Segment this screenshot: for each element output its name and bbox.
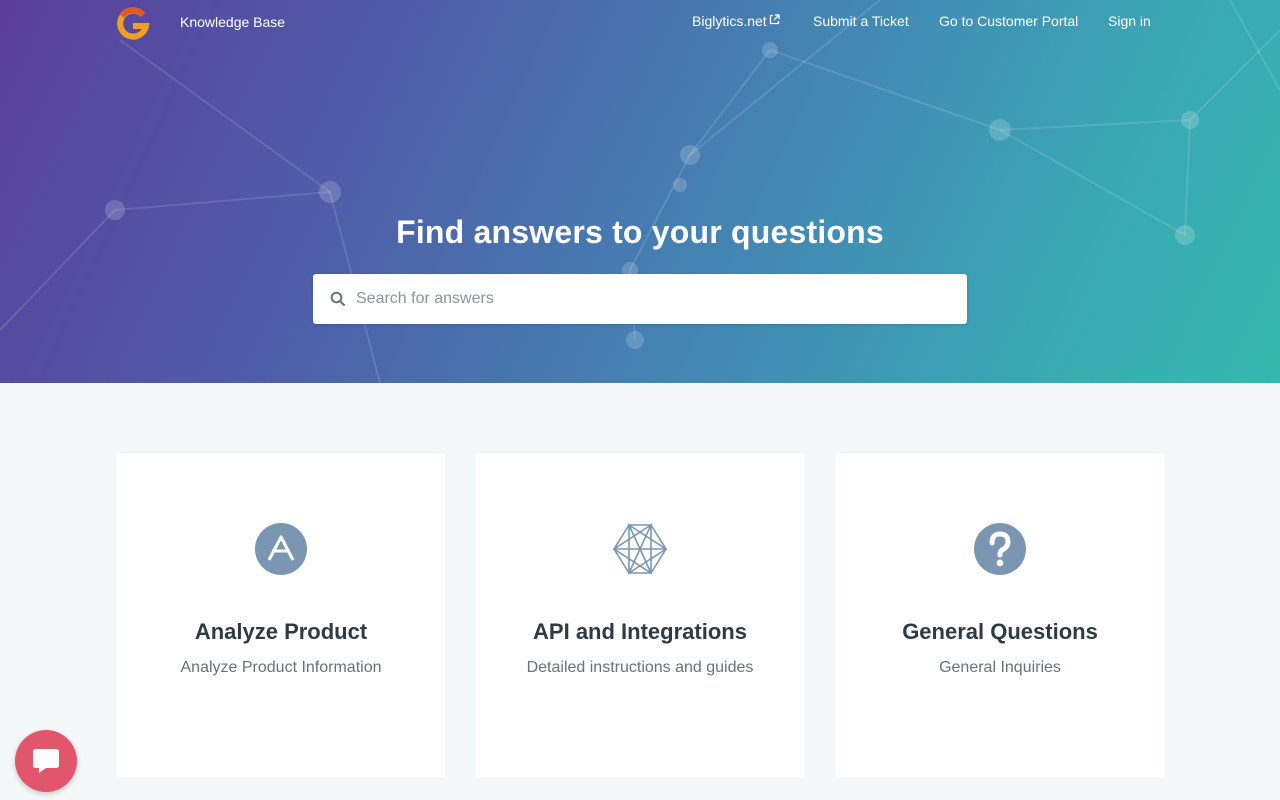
category-description: General Inquiries [939,659,1061,676]
network-background-graphic [0,0,1280,383]
search-box[interactable] [313,274,967,324]
hero-title: Find answers to your questions [396,214,884,250]
category-card-general-questions[interactable]: General Questions General Inquiries [835,453,1165,778]
search-icon [330,291,346,307]
nav-link-biglytics[interactable]: Biglytics.net [692,13,780,29]
chat-bubble-icon [33,749,59,773]
category-title: General Questions [902,619,1098,644]
chat-launcher-button[interactable] [15,730,77,792]
category-card-analyze-product[interactable]: Analyze Product Analyze Product Informat… [116,453,446,778]
category-description: Detailed instructions and guides [526,659,754,676]
hexagon-network-icon [612,523,668,575]
nav-link-sign-in[interactable]: Sign in [1108,13,1151,29]
nav-link-customer-portal[interactable]: Go to Customer Portal [939,13,1078,29]
question-circle-icon [974,523,1026,575]
nav-link-biglytics-label: Biglytics.net [692,13,767,29]
search-input[interactable] [356,274,946,324]
category-title: API and Integrations [533,619,747,644]
hero-banner: Knowledge Base Biglytics.net Submit a Ti… [0,0,1280,383]
analyze-a-icon [255,523,307,575]
category-description: Analyze Product Information [180,659,382,676]
top-navigation: Biglytics.net Submit a Ticket Go to Cust… [0,13,1280,33]
category-title: Analyze Product [194,619,368,644]
external-link-icon [769,14,780,25]
nav-link-submit-ticket[interactable]: Submit a Ticket [813,13,909,29]
category-card-api-integrations[interactable]: API and Integrations Detailed instructio… [475,453,805,778]
